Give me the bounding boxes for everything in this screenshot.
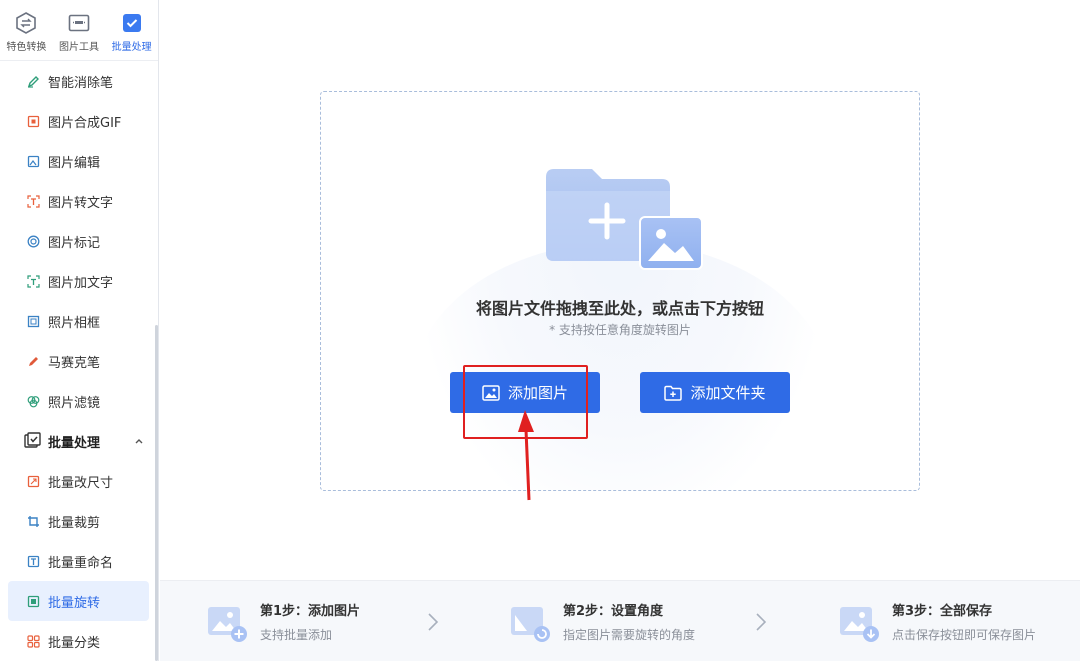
rename-icon	[26, 554, 40, 568]
menu-item-batch-resize[interactable]: 批量改尺寸	[0, 461, 158, 501]
classify-icon	[26, 634, 40, 648]
step-save-icon	[840, 606, 879, 642]
drop-zone-hint: * 支持按任意角度旋转图片	[549, 323, 691, 337]
resize-icon	[26, 474, 40, 488]
menu-group-batch[interactable]: 批量处理	[0, 421, 158, 461]
menu-label: 照片滤镜	[48, 395, 101, 411]
sidebar-scrollbar[interactable]	[155, 325, 158, 661]
step-1: 第1步：添加图片 支持批量添加	[206, 581, 360, 661]
menu-item-image-edit[interactable]: 图片编辑	[0, 141, 158, 181]
add-folder-icon	[664, 385, 683, 401]
sidebar: 特色转换 图片工具 批量处理 智能消除笔 图片合成GIF 图片编辑 图片转文字 …	[0, 0, 159, 661]
menu-item-batch-rename[interactable]: 批量重命名	[0, 541, 158, 581]
menu-label: 图片合成GIF	[48, 115, 122, 131]
tab-image-tools[interactable]: 图片工具	[53, 0, 106, 60]
menu-label: 图片转文字	[48, 195, 114, 211]
folder-image-illustration-icon	[546, 169, 703, 270]
step-desc: 支持批量添加	[260, 628, 333, 642]
menu-item-mosaic-pen[interactable]: 马赛克笔	[0, 341, 158, 381]
menu-label: 智能消除笔	[48, 75, 114, 91]
step-title: 第2步：设置角度	[563, 604, 664, 619]
step-add-image-icon	[208, 606, 247, 642]
menu-item-ocr[interactable]: 图片转文字	[0, 181, 158, 221]
menu-item-frame[interactable]: 照片相框	[0, 301, 158, 341]
add-text-icon	[26, 274, 40, 288]
menu-item-filter[interactable]: 照片滤镜	[0, 381, 158, 421]
chevron-right-icon	[428, 613, 439, 631]
step-rotate-icon	[511, 606, 550, 642]
mark-icon	[26, 234, 40, 248]
step-3: 第3步：全部保存 点击保存按钮即可保存图片	[838, 581, 1036, 661]
annotation-arrow-icon	[518, 410, 534, 501]
step-title: 第1步：添加图片	[260, 604, 361, 619]
tab-special-convert[interactable]: 特色转换	[0, 0, 53, 60]
top-nav: 特色转换 图片工具 批量处理	[0, 0, 158, 61]
drop-zone[interactable]: 将图片文件拖拽至此处，或点击下方按钮 * 支持按任意角度旋转图片 添加图片 添加…	[320, 91, 920, 491]
tab-label: 批量处理	[111, 42, 152, 53]
menu-group-label: 批量处理	[48, 435, 101, 451]
menu-item-gif[interactable]: 图片合成GIF	[0, 101, 158, 141]
menu-item-eraser-pen[interactable]: 智能消除笔	[0, 61, 158, 101]
eraser-pen-icon	[26, 74, 40, 88]
chevron-right-icon	[756, 613, 767, 631]
tool-menu: 智能消除笔 图片合成GIF 图片编辑 图片转文字 图片标记 图片加文字 照片相框	[0, 61, 158, 661]
menu-item-add-text[interactable]: 图片加文字	[0, 261, 158, 301]
chevron-up-icon	[134, 435, 144, 450]
image-tools-icon	[68, 14, 90, 32]
main-panel: 将图片文件拖拽至此处，或点击下方按钮 * 支持按任意角度旋转图片 添加图片 添加…	[160, 0, 1080, 580]
menu-label: 图片标记	[48, 235, 101, 251]
menu-label: 批量旋转	[48, 595, 101, 611]
menu-item-batch-classify[interactable]: 批量分类	[0, 621, 158, 661]
menu-item-batch-crop[interactable]: 批量裁剪	[0, 501, 158, 541]
image-edit-icon	[26, 154, 40, 168]
drop-zone-title: 将图片文件拖拽至此处，或点击下方按钮	[475, 299, 764, 318]
tab-batch[interactable]: 批量处理	[105, 0, 158, 60]
tab-label: 图片工具	[59, 42, 99, 53]
menu-item-mark[interactable]: 图片标记	[0, 221, 158, 261]
menu-label: 图片编辑	[48, 155, 101, 171]
step-desc: 点击保存按钮即可保存图片	[892, 628, 1037, 642]
add-folder-label: 添加文件夹	[690, 384, 766, 402]
step-desc: 指定图片需要旋转的角度	[563, 628, 696, 642]
filter-icon	[26, 394, 40, 408]
batch-group-icon	[24, 432, 42, 450]
menu-label: 批量改尺寸	[48, 475, 114, 491]
menu-item-batch-rotate[interactable]: 批量旋转	[8, 581, 149, 621]
step-2: 第2步：设置角度 指定图片需要旋转的角度	[509, 581, 695, 661]
menu-label: 批量重命名	[48, 555, 114, 571]
crop-icon	[26, 514, 40, 528]
steps-bar: 第1步：添加图片 支持批量添加 第2步：设置角度 指定图片需要旋转的角度 第3步…	[160, 580, 1080, 661]
menu-label: 马赛克笔	[48, 355, 101, 371]
ocr-icon	[26, 194, 40, 208]
batch-icon	[122, 14, 141, 32]
rotate-icon	[26, 594, 40, 608]
gif-icon	[26, 114, 40, 128]
menu-label: 图片加文字	[48, 275, 114, 291]
step-title: 第3步：全部保存	[892, 604, 993, 619]
menu-label: 照片相框	[48, 315, 101, 331]
menu-label: 批量裁剪	[48, 515, 101, 531]
frame-icon	[26, 314, 40, 328]
convert-icon	[16, 12, 37, 34]
add-folder-button[interactable]: 添加文件夹	[640, 372, 790, 413]
menu-label: 批量分类	[48, 635, 101, 651]
mosaic-pen-icon	[26, 354, 40, 368]
tab-label: 特色转换	[6, 42, 47, 53]
